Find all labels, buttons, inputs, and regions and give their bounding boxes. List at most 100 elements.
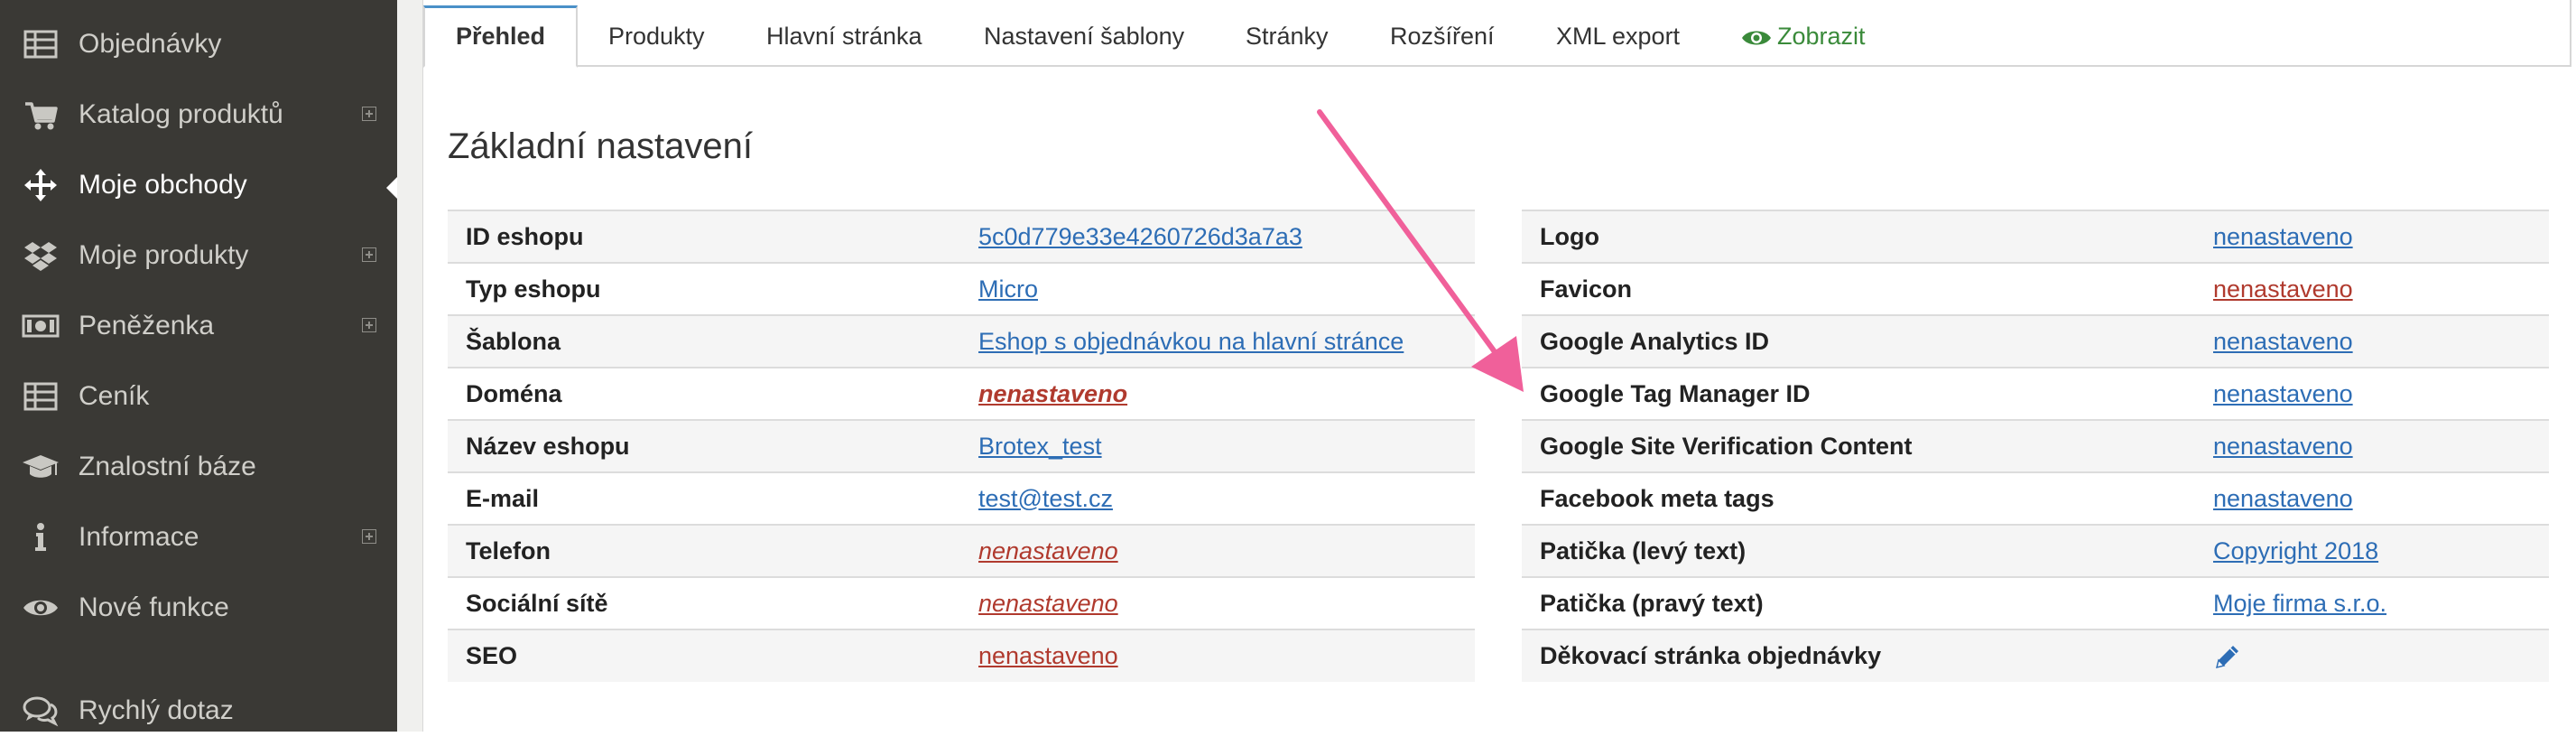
setting-label: Google Analytics ID (1522, 314, 2195, 368)
table-row: Google Analytics ID nenastaveno (1522, 314, 2549, 368)
annotation-arrow-shaft (1317, 109, 1508, 369)
annotation-arrow (1317, 109, 1524, 392)
info-icon (35, 523, 46, 551)
setting-label: SEO (448, 629, 960, 682)
tab-label: XML export (1556, 23, 1681, 50)
sidebar-item-objednavky[interactable]: Objednávky (0, 9, 397, 79)
eye-icon (1742, 31, 1771, 45)
setting-label: Favicon (1522, 262, 2195, 315)
setting-value-link-e-mail[interactable]: test@test.cz (978, 485, 1113, 512)
sidebar: Objednávky Katalog produktů Moje obchody… (0, 0, 399, 732)
setting-label: Google Tag Manager ID (1522, 367, 2195, 420)
tabs-bar: Přehled Produkty Hlavní stránka Nastaven… (423, 0, 2571, 68)
tab-label: Hlavní stránka (766, 23, 922, 50)
tab-label: Rozšíření (1390, 23, 1495, 50)
table-row: Facebook meta tags nenastaveno (1522, 471, 2549, 525)
setting-value-link-socialni-site[interactable]: nenastaveno (978, 590, 1118, 617)
cart-icon (25, 102, 58, 130)
setting-value-link-seo[interactable]: nenastaveno (978, 642, 1118, 669)
setting-label: Facebook meta tags (1522, 471, 2195, 525)
money-icon (22, 314, 60, 338)
tab-label: Nastavení šablony (984, 23, 1185, 50)
sidebar-item-label: Moje obchody (79, 170, 247, 200)
dropbox-icon (24, 242, 57, 271)
sidebar-item-label: Nové funkce (79, 592, 229, 622)
setting-value-link-google-analytics-id[interactable]: nenastaveno (2213, 328, 2353, 355)
setting-value-link-id-eshopu[interactable]: 5c0d779e33e4260726d3a7a3 (978, 223, 1302, 250)
comments-icon (23, 696, 59, 727)
setting-label: Patička (pravý text) (1522, 576, 2195, 629)
sidebar-item-label: Ceník (79, 381, 150, 411)
sidebar-item-label: Objednávky (79, 29, 222, 59)
setting-value-link-logo[interactable]: nenastaveno (2213, 223, 2353, 250)
setting-label: Logo (1522, 210, 2195, 263)
sidebar-item-label: Znalostní báze (79, 452, 256, 481)
sidebar-item-moje-obchody[interactable]: Moje obchody (0, 150, 397, 220)
table-row: Název eshopu Brotex_test (448, 419, 1475, 472)
expand-icon[interactable] (362, 247, 376, 262)
setting-value-link-domena[interactable]: nenastaveno (978, 380, 1127, 407)
setting-value-link-favicon[interactable]: nenastaveno (2213, 275, 2353, 303)
sidebar-item-nove-funkce[interactable]: Nové funkce (0, 573, 397, 643)
sidebar-item-moje-produkty[interactable]: Moje produkty (0, 220, 397, 291)
setting-label: ID eshopu (448, 210, 960, 263)
table-row: E-mail test@test.cz (448, 471, 1475, 525)
page-title: Základní nastavení (448, 126, 753, 166)
setting-value-cell (2195, 629, 2549, 682)
table-row: Patička (levý text) Copyright 2018 (1522, 524, 2549, 577)
setting-value-cell: nenastaveno (2195, 367, 2549, 420)
sidebar-item-informace[interactable]: Informace (0, 502, 397, 573)
sidebar-item-znalostni-baze[interactable]: Znalostní báze (0, 432, 397, 502)
expand-icon[interactable] (362, 318, 376, 332)
sidebar-item-rychly-dotaz[interactable]: Rychlý dotaz (0, 676, 397, 746)
tab-produkty[interactable]: Produkty (578, 7, 736, 65)
tab-hlavni-stranka[interactable]: Hlavní stránka (736, 7, 953, 65)
tab-rozsireni[interactable]: Rozšíření (1359, 7, 1525, 65)
table-icon (23, 30, 58, 59)
tab-stranky[interactable]: Stránky (1215, 7, 1359, 65)
tab-zobrazit[interactable]: Zobrazit (1710, 7, 1896, 65)
sidebar-item-label: Peněženka (79, 311, 215, 340)
tab-prehled[interactable]: Přehled (423, 5, 579, 68)
setting-label: Název eshopu (448, 419, 960, 472)
sidebar-item-katalog-produktu[interactable]: Katalog produktů (0, 79, 397, 150)
sidebar-item-label: Informace (79, 522, 199, 552)
expand-icon[interactable] (362, 529, 376, 544)
setting-value-link-typ-eshopu[interactable]: Micro (978, 275, 1038, 303)
setting-label: Patička (levý text) (1522, 524, 2195, 577)
setting-value-link-google-tag-manager-id[interactable]: nenastaveno (2213, 380, 2353, 407)
setting-value-cell: Copyright 2018 (2195, 524, 2549, 577)
expand-icon[interactable] (362, 107, 376, 121)
setting-value-link-google-site-verification-content[interactable]: nenastaveno (2213, 433, 2353, 460)
setting-value-cell: nenastaveno (2195, 314, 2549, 368)
tab-label: Produkty (608, 23, 705, 50)
tab-label: Zobrazit (1777, 23, 1866, 50)
setting-value-link-facebook-meta-tags[interactable]: nenastaveno (2213, 485, 2353, 512)
setting-value-link-telefon[interactable]: nenastaveno (978, 537, 1118, 564)
table-row: Favicon nenastaveno (1522, 262, 2549, 315)
tab-xml-export[interactable]: XML export (1525, 7, 1710, 65)
setting-label: Šablona (448, 314, 960, 368)
table-row: Telefon nenastaveno (448, 524, 1475, 577)
sidebar-item-cenik[interactable]: Ceník (0, 361, 397, 432)
setting-value-cell: nenastaveno (960, 629, 1475, 682)
setting-label: Děkovací stránka objednávky (1522, 629, 2195, 682)
setting-value-link-nazev-eshopu[interactable]: Brotex_test (978, 433, 1102, 460)
setting-value-cell: nenastaveno (960, 576, 1475, 629)
table-row: SEO nenastaveno (448, 629, 1475, 682)
sidebar-item-label: Katalog produktů (79, 99, 283, 129)
setting-value-cell: test@test.cz (960, 471, 1475, 525)
content-gutter (397, 0, 424, 732)
setting-label: E-mail (448, 471, 960, 525)
setting-value-cell: nenastaveno (2195, 471, 2549, 525)
tab-nastaveni-sablony[interactable]: Nastavení šablony (953, 7, 1215, 65)
move-icon (24, 169, 57, 201)
setting-value-cell: nenastaveno (2195, 210, 2549, 263)
setting-value-cell: Moje firma s.r.o. (2195, 576, 2549, 629)
pencil-icon[interactable] (2213, 641, 2242, 668)
setting-label: Doména (448, 367, 960, 420)
setting-value-link-paticka-levy-text[interactable]: Copyright 2018 (2213, 537, 2378, 564)
annotation-arrow-head (1471, 336, 1524, 392)
setting-value-link-paticka-pravy-text[interactable]: Moje firma s.r.o. (2213, 590, 2386, 617)
sidebar-item-penezenka[interactable]: Peněženka (0, 291, 397, 361)
